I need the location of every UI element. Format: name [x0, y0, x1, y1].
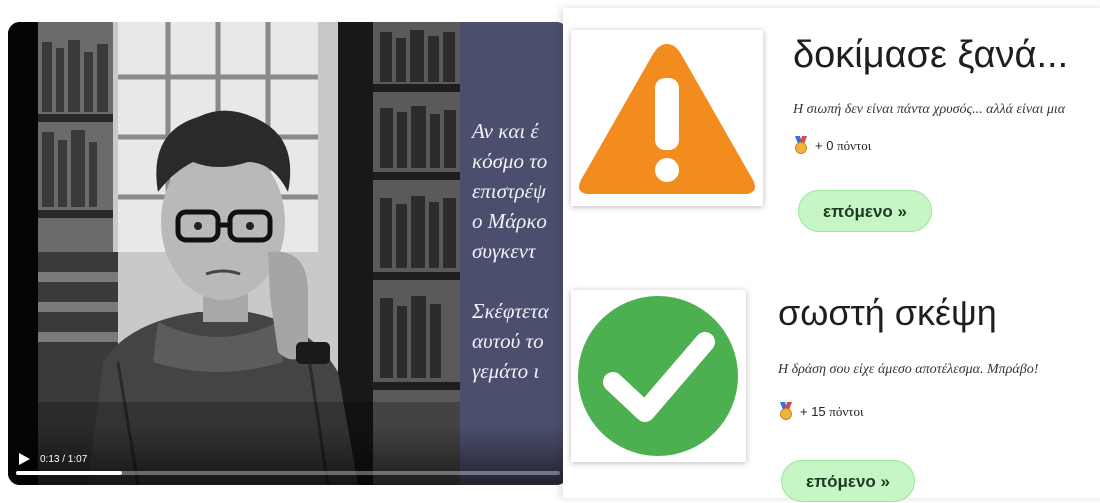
play-icon[interactable] — [16, 451, 32, 467]
result-message: Η δράση σου είχε άμεσο αποτέλεσμα. Μπράβ… — [778, 362, 1039, 377]
points-line: + 0 πόντοι — [793, 136, 871, 157]
points-value: + 0 — [815, 138, 834, 153]
points-value: + 15 — [800, 404, 826, 419]
narration-line: γεμάτο ι — [472, 359, 540, 383]
points-label: πόντοι — [829, 404, 864, 419]
video-progress-bar[interactable] — [16, 471, 560, 475]
narration-line: Σκέφτετα — [472, 299, 549, 323]
video-controls: 0:13 / 1:07 — [8, 425, 568, 485]
result-message: Η σιωπή δεν είναι πάντα χρυσός... αλλά ε… — [793, 102, 1066, 117]
points-line: + 15 πόντοι — [778, 402, 863, 423]
next-button[interactable]: επόμενο » — [781, 460, 915, 502]
narration-text: Αν και έ κόσμο το επιστρέψ ο Μάρκο συγκε… — [472, 116, 568, 386]
video-player[interactable]: Αν και έ κόσμο το επιστρέψ ο Μάρκο συγκε… — [8, 22, 568, 485]
checkmark-icon-box — [571, 290, 746, 462]
next-button[interactable]: επόμενο » — [798, 190, 932, 232]
points-label: πόντοι — [837, 138, 872, 153]
medal-icon — [778, 402, 794, 423]
warning-icon-box — [571, 30, 763, 206]
narration-line: αυτού το — [472, 329, 544, 353]
result-title: σωστή σκέψη — [778, 292, 997, 333]
result-card-retry: δοκίμασε ξανά... Η σιωπή δεν είναι πάντα… — [563, 8, 1100, 258]
video-time: 0:13 / 1:07 — [40, 454, 88, 465]
video-progress-fill — [16, 471, 122, 475]
medal-icon — [793, 136, 809, 157]
narration-line: επιστρέψ — [472, 179, 546, 203]
feedback-panel: δοκίμασε ξανά... Η σιωπή δεν είναι πάντα… — [563, 8, 1100, 502]
result-card-correct: σωστή σκέψη Η δράση σου είχε άμεσο αποτέ… — [563, 270, 1100, 502]
narration-line: ο Μάρκο — [472, 209, 547, 233]
narration-line: συγκεντ — [472, 239, 536, 263]
warning-icon — [579, 44, 755, 194]
narration-line: Αν και έ — [472, 119, 539, 143]
narration-line: κόσμο το — [472, 149, 548, 173]
result-title: δοκίμασε ξανά... — [793, 34, 1069, 76]
checkmark-icon — [578, 296, 738, 456]
